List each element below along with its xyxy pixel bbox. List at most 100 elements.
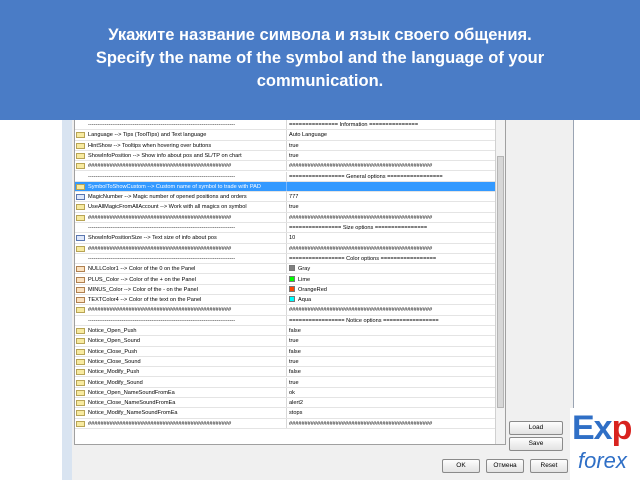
parameter-row[interactable]: ########################################… (75, 161, 495, 172)
parameter-value[interactable]: true (286, 356, 495, 367)
parameter-row[interactable]: ShowInfoPositionSize --> Text size of in… (75, 233, 495, 244)
parameter-value[interactable]: true (286, 150, 495, 161)
parameter-row[interactable]: ShowInfoPosition --> Show info about pos… (75, 150, 495, 162)
parameter-value-text: alert2 (289, 400, 303, 407)
parameter-value[interactable]: Auto Language (286, 130, 495, 140)
parameter-value[interactable]: Gray (286, 264, 495, 274)
parameter-name: TEXTColor4 --> Color of the text on the … (88, 297, 202, 304)
parameter-row[interactable]: Notice_Open_Push false (75, 326, 495, 337)
parameter-value-text: 10 (289, 235, 296, 242)
parameter-value-text: Aqua (298, 297, 312, 304)
save-button[interactable]: Save (509, 437, 563, 451)
parameter-row[interactable]: ----------------------------------------… (75, 253, 495, 265)
parameter-value[interactable]: alert2 (286, 398, 495, 408)
parameter-value[interactable]: 10 (286, 233, 495, 243)
parameter-value[interactable]: ########################################… (286, 418, 495, 428)
parameter-value[interactable]: ########################################… (286, 161, 495, 171)
parameter-row[interactable]: Notice_Open_Sound true (75, 336, 495, 347)
parameter-row[interactable]: Notice_Close_NameSoundFromEa alert2 (75, 398, 495, 409)
banner-line-russian: Укажите название символа и язык своего о… (108, 26, 532, 44)
parameter-row[interactable]: SymbolToShowCustom --> Custom name of sy… (75, 181, 495, 193)
vertical-scrollbar[interactable] (495, 118, 505, 444)
parameter-value-text: Gray (298, 266, 311, 273)
string-type-icon (76, 328, 85, 334)
parameter-row[interactable]: ----------------------------------------… (75, 171, 495, 182)
parameter-row[interactable]: ########################################… (75, 243, 495, 254)
parameter-row[interactable]: TEXTColor4 --> Color of the text on the … (75, 295, 495, 306)
parameter-row[interactable]: NULLColor1 --> Color of the 0 on the Pan… (75, 264, 495, 275)
parameter-value[interactable]: Lime (286, 274, 495, 284)
parameter-value-text: ================ Size options ==========… (289, 225, 428, 231)
parameter-value-text: true (289, 338, 299, 345)
parameter-row[interactable]: Notice_Close_Push false (75, 346, 495, 357)
parameter-value-text: true (289, 142, 299, 149)
ok-button[interactable]: OK (442, 459, 480, 473)
string-type-icon (76, 245, 85, 252)
string-type-icon (76, 152, 85, 159)
parameter-value[interactable]: true (286, 202, 495, 212)
string-type-icon (76, 204, 85, 211)
parameter-value[interactable]: ok (286, 387, 495, 398)
parameter-value-text: ########################################… (289, 163, 433, 170)
parameter-row[interactable]: PLUS_Color --> Color of the + on the Pan… (75, 274, 495, 285)
numeric-type-icon (76, 235, 85, 242)
string-type-icon (76, 183, 85, 190)
parameter-name: MagicNumber --> Magic number of opened p… (88, 194, 247, 201)
parameter-value-text: ================= Color options ========… (289, 255, 437, 262)
parameter-value[interactable]: ================= Notice options =======… (286, 315, 495, 325)
reset-button[interactable]: Reset (530, 459, 568, 473)
parameter-value-text: false (289, 328, 301, 334)
parameter-row[interactable]: ########################################… (75, 212, 495, 223)
parameter-row[interactable]: ----------------------------------------… (75, 315, 495, 326)
cancel-button[interactable]: Отмена (486, 459, 524, 473)
parameter-value[interactable]: true (286, 377, 495, 387)
parameter-row[interactable]: Notice_Modify_Push false (75, 367, 495, 378)
parameter-value[interactable]: ########################################… (286, 243, 495, 253)
parameter-value[interactable]: =============== Information ============… (286, 120, 495, 130)
parameter-name: Notice_Open_Sound (88, 338, 140, 345)
parameter-row[interactable]: MINUS_Color --> Color of the - on the Pa… (75, 284, 495, 296)
parameter-row[interactable]: HintShow --> Tooltips when hovering over… (75, 140, 495, 151)
parameter-row[interactable]: Notice_Modify_Sound true (75, 377, 495, 388)
parameter-value[interactable]: false (286, 367, 495, 377)
parameter-name: MINUS_Color --> Color of the - on the Pa… (88, 286, 198, 293)
parameter-row[interactable]: MagicNumber --> Magic number of opened p… (75, 192, 495, 203)
parameter-name: ----------------------------------------… (88, 225, 236, 231)
load-button[interactable]: Load (509, 421, 563, 435)
parameter-value[interactable]: 777 (286, 192, 495, 202)
scrollbar-thumb[interactable] (497, 156, 504, 408)
parameter-name: HintShow --> Tooltips when hovering over… (88, 142, 212, 149)
parameter-row[interactable]: Notice_Open_NameSoundFromEa ok (75, 387, 495, 399)
parameter-value[interactable]: true (286, 336, 495, 346)
parameter-row[interactable]: ----------------------------------------… (75, 120, 495, 131)
parameter-row[interactable]: ########################################… (75, 305, 495, 316)
logo-forex-text: forex (578, 448, 627, 473)
parameter-row[interactable]: Language --> Tips (ToolTips) and Text la… (75, 130, 495, 141)
parameter-row[interactable]: ----------------------------------------… (75, 223, 495, 234)
parameter-value-text: true (289, 379, 299, 386)
string-type-icon (76, 379, 85, 386)
string-type-icon (76, 389, 85, 396)
parameter-row[interactable]: Notice_Close_Sound true (75, 356, 495, 368)
parameter-value[interactable]: ================= General options ======… (286, 171, 495, 181)
parameter-value[interactable] (286, 181, 495, 192)
parameter-row[interactable]: Notice_Modify_NameSoundFromEa stops (75, 408, 495, 419)
parameter-value-text: =============== Information ============… (289, 122, 419, 128)
parameter-value[interactable]: ########################################… (286, 305, 495, 315)
parameter-value[interactable]: ########################################… (286, 212, 495, 222)
parameter-value[interactable]: OrangeRed (286, 284, 495, 295)
parameter-row[interactable]: ########################################… (75, 418, 495, 429)
dialog-left-edge (62, 120, 72, 480)
parameter-name: UseAllMagicFromAllAccount --> Work with … (88, 204, 247, 211)
parameter-value[interactable]: Aqua (286, 295, 495, 305)
parameter-value[interactable]: ================= Color options ========… (286, 253, 495, 264)
parameter-value[interactable]: stops (286, 408, 495, 418)
string-type-icon (76, 142, 85, 149)
parameter-row[interactable]: UseAllMagicFromAllAccount --> Work with … (75, 202, 495, 213)
parameter-value[interactable]: false (286, 346, 495, 356)
parameter-value-text: ================= Notice options =======… (289, 317, 439, 324)
parameter-value[interactable]: false (286, 326, 495, 336)
parameter-value[interactable]: true (286, 140, 495, 150)
instruction-banner: Укажите название символа и язык своего о… (0, 0, 640, 120)
parameter-value[interactable]: ================ Size options ==========… (286, 223, 495, 233)
